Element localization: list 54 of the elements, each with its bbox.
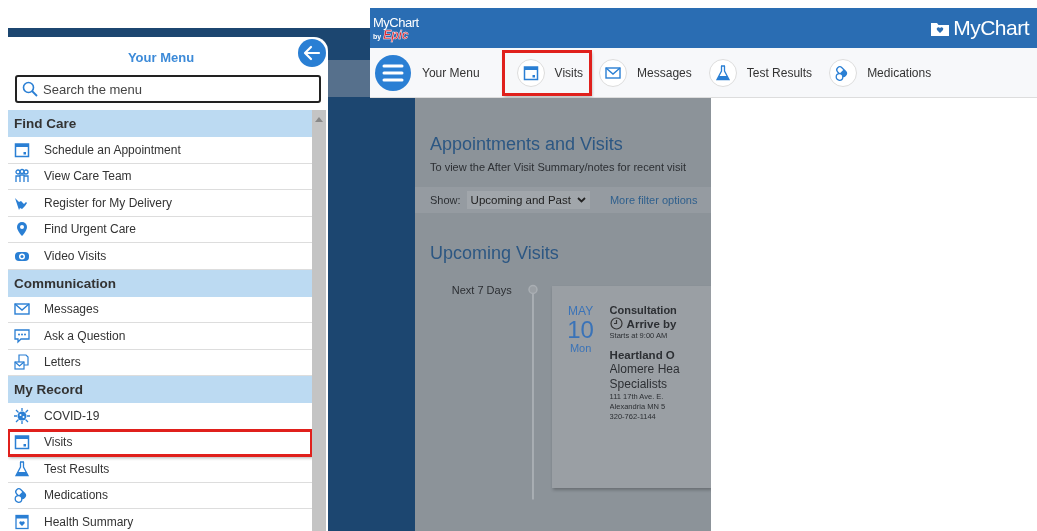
- intro-text: To view the After Visit Summary/notes for recent visit: [430, 161, 687, 173]
- menu-title: Your Menu: [127, 50, 195, 65]
- flask-icon: [714, 64, 731, 81]
- section-heading: Communication: [8, 269, 312, 297]
- filter-dropdown[interactable]: Upcoming and Past: [466, 191, 590, 209]
- menu-item[interactable]: Schedule an Appointment: [8, 137, 312, 164]
- chat-icon: [14, 327, 30, 344]
- page-header-backdrop: [328, 60, 370, 97]
- facility-name: Alomere Hea: [609, 362, 680, 376]
- page-title: Appointments and Visits: [430, 134, 624, 155]
- menu-item[interactable]: Medications: [8, 482, 312, 509]
- scrollbar[interactable]: [312, 110, 326, 531]
- calendar-icon: [14, 434, 30, 451]
- virus-icon: [14, 407, 30, 424]
- caret-icon: [576, 197, 586, 203]
- mail-icon: [14, 301, 30, 318]
- scroll-up-icon[interactable]: [315, 116, 323, 122]
- letter-icon: [14, 354, 30, 371]
- day: 10: [567, 318, 594, 342]
- department-name: Heartland O: [609, 349, 676, 361]
- folder-icon: [931, 20, 950, 36]
- brand-name: MyChart: [953, 16, 1029, 40]
- nav-item[interactable]: Medications: [825, 50, 941, 95]
- menu-item[interactable]: Messages: [8, 296, 312, 323]
- clock-icon: [609, 317, 623, 330]
- menu-item[interactable]: Video Visits: [8, 243, 312, 270]
- calendar-icon: [522, 64, 539, 81]
- section-title: Upcoming Visits: [430, 243, 560, 264]
- section-heading: Find Care: [8, 110, 312, 137]
- visit-type: Consultation: [609, 304, 678, 316]
- calendar-icon: [14, 141, 30, 158]
- menu-item[interactable]: Visits: [8, 429, 312, 456]
- arrive-time: Arrive by: [626, 317, 677, 330]
- mail-icon: [605, 64, 622, 81]
- group-label: Next 7 Days: [450, 284, 513, 298]
- menu-item[interactable]: Register for My Delivery: [8, 190, 312, 217]
- filter-label: Show:: [430, 194, 461, 206]
- nav-item[interactable]: Visits: [502, 50, 592, 95]
- section-heading: My Record: [8, 376, 312, 403]
- menu-item[interactable]: Ask a Question: [8, 323, 312, 350]
- nav-item[interactable]: Test Results: [704, 50, 822, 95]
- flask-icon: [14, 460, 30, 477]
- team-icon: [14, 168, 30, 185]
- nav-item[interactable]: Messages: [595, 50, 701, 95]
- menu-item[interactable]: Test Results: [8, 456, 312, 483]
- pin-icon: [14, 221, 30, 238]
- menu-item[interactable]: View Care Team: [8, 163, 312, 190]
- menu-item[interactable]: Find Urgent Care: [8, 216, 312, 243]
- weekday: Mon: [569, 342, 592, 354]
- month: MAY: [568, 304, 594, 318]
- nav-item[interactable]: Your Menu: [373, 50, 489, 95]
- facility-name: Specialists: [609, 377, 668, 391]
- menu-icon: [375, 54, 411, 91]
- search-field[interactable]: Search the menu: [15, 75, 321, 103]
